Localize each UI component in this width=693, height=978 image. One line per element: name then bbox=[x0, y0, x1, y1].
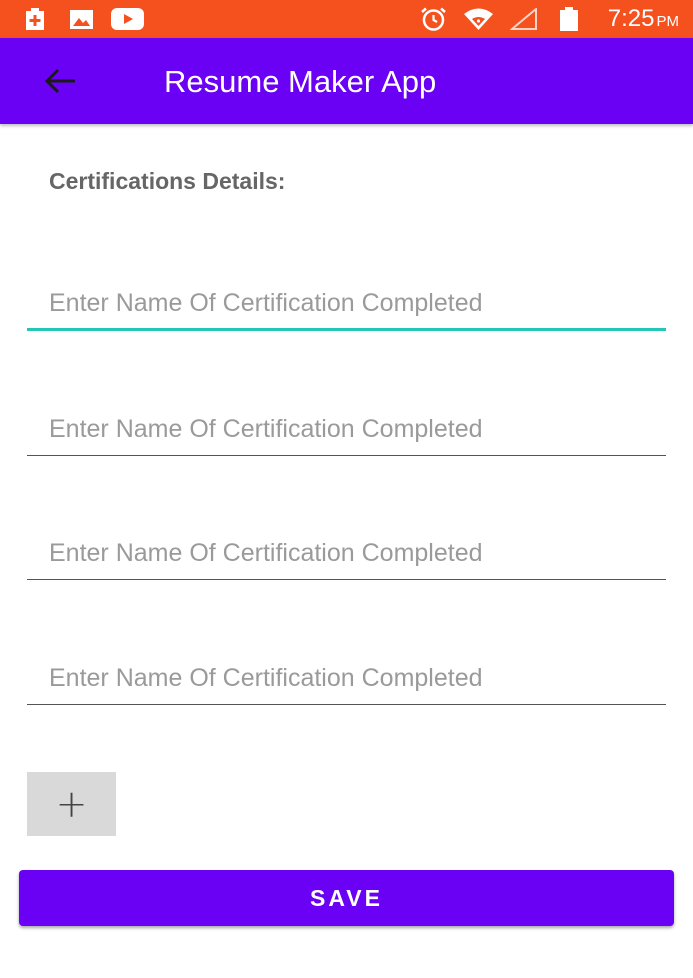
status-time: 7:25 PM bbox=[608, 6, 679, 32]
save-button[interactable]: SAVE bbox=[19, 870, 674, 926]
battery-plus-icon bbox=[24, 8, 46, 30]
screen: 7:25 PM Resume Maker App Certifications D… bbox=[0, 0, 693, 978]
youtube-icon bbox=[110, 8, 144, 30]
signal-icon bbox=[509, 8, 539, 30]
add-certification-button[interactable]: + bbox=[27, 772, 116, 836]
certification-input-2[interactable] bbox=[27, 404, 666, 456]
status-time-value: 7:25 bbox=[607, 5, 655, 32]
back-button[interactable] bbox=[34, 58, 86, 104]
plus-icon: + bbox=[55, 782, 88, 826]
app-title: Resume Maker App bbox=[164, 64, 437, 99]
certification-input-3[interactable] bbox=[27, 528, 666, 580]
battery-icon bbox=[558, 7, 580, 31]
certification-input-4[interactable] bbox=[27, 653, 666, 705]
image-icon bbox=[69, 8, 93, 30]
app-bar: Resume Maker App bbox=[0, 38, 693, 124]
alarm-clock-icon bbox=[420, 7, 447, 31]
status-bar: 7:25 PM bbox=[0, 0, 693, 38]
wifi-icon bbox=[462, 8, 494, 30]
section-title: Certifications Details: bbox=[49, 168, 286, 194]
arrow-left-icon bbox=[44, 68, 75, 94]
status-time-period: PM bbox=[656, 13, 680, 30]
certification-input-1[interactable] bbox=[27, 279, 666, 331]
